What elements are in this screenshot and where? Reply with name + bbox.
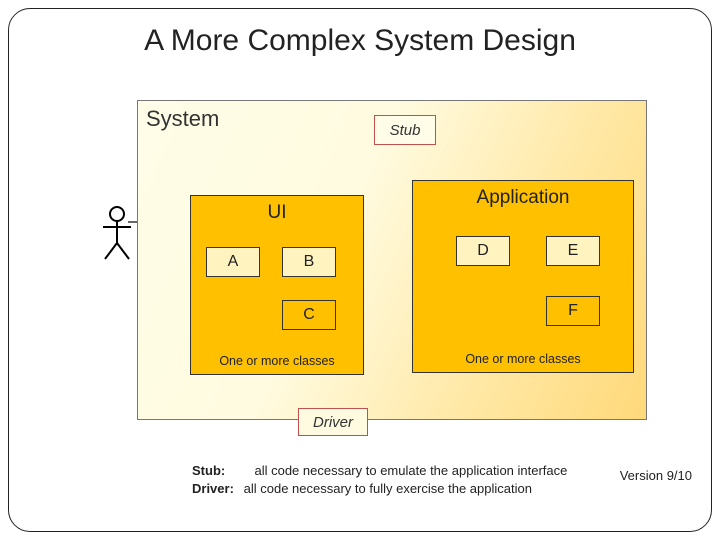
slide-title: A More Complex System Design	[0, 24, 720, 58]
driver-term: Driver:	[192, 480, 240, 498]
class-box-d: D	[456, 236, 510, 266]
system-label: System	[146, 106, 219, 132]
driver-definition-text: all code necessary to fully exercise the…	[244, 481, 532, 496]
ui-panel: UI One or more classes	[190, 195, 364, 375]
version-label: Version 9/10	[620, 468, 692, 483]
stub-box: Stub	[374, 115, 436, 145]
class-box-b: B	[282, 247, 336, 277]
ui-label: UI	[191, 202, 363, 224]
stub-term: Stub:	[192, 462, 240, 480]
stub-definition	[244, 463, 255, 478]
application-label: Application	[413, 187, 633, 209]
driver-box: Driver	[298, 408, 368, 436]
app-classes-note: One or more classes	[413, 352, 633, 366]
stub-definition-text: all code necessary to emulate the applic…	[254, 463, 567, 478]
footnotes: Stub: all code necessary to emulate the …	[192, 462, 567, 497]
actor-icon	[97, 205, 137, 261]
application-panel: Application One or more classes	[412, 180, 634, 373]
class-box-a: A	[206, 247, 260, 277]
class-box-c: C	[282, 300, 336, 330]
class-box-e: E	[546, 236, 600, 266]
class-box-f: F	[546, 296, 600, 326]
ui-classes-note: One or more classes	[191, 354, 363, 368]
